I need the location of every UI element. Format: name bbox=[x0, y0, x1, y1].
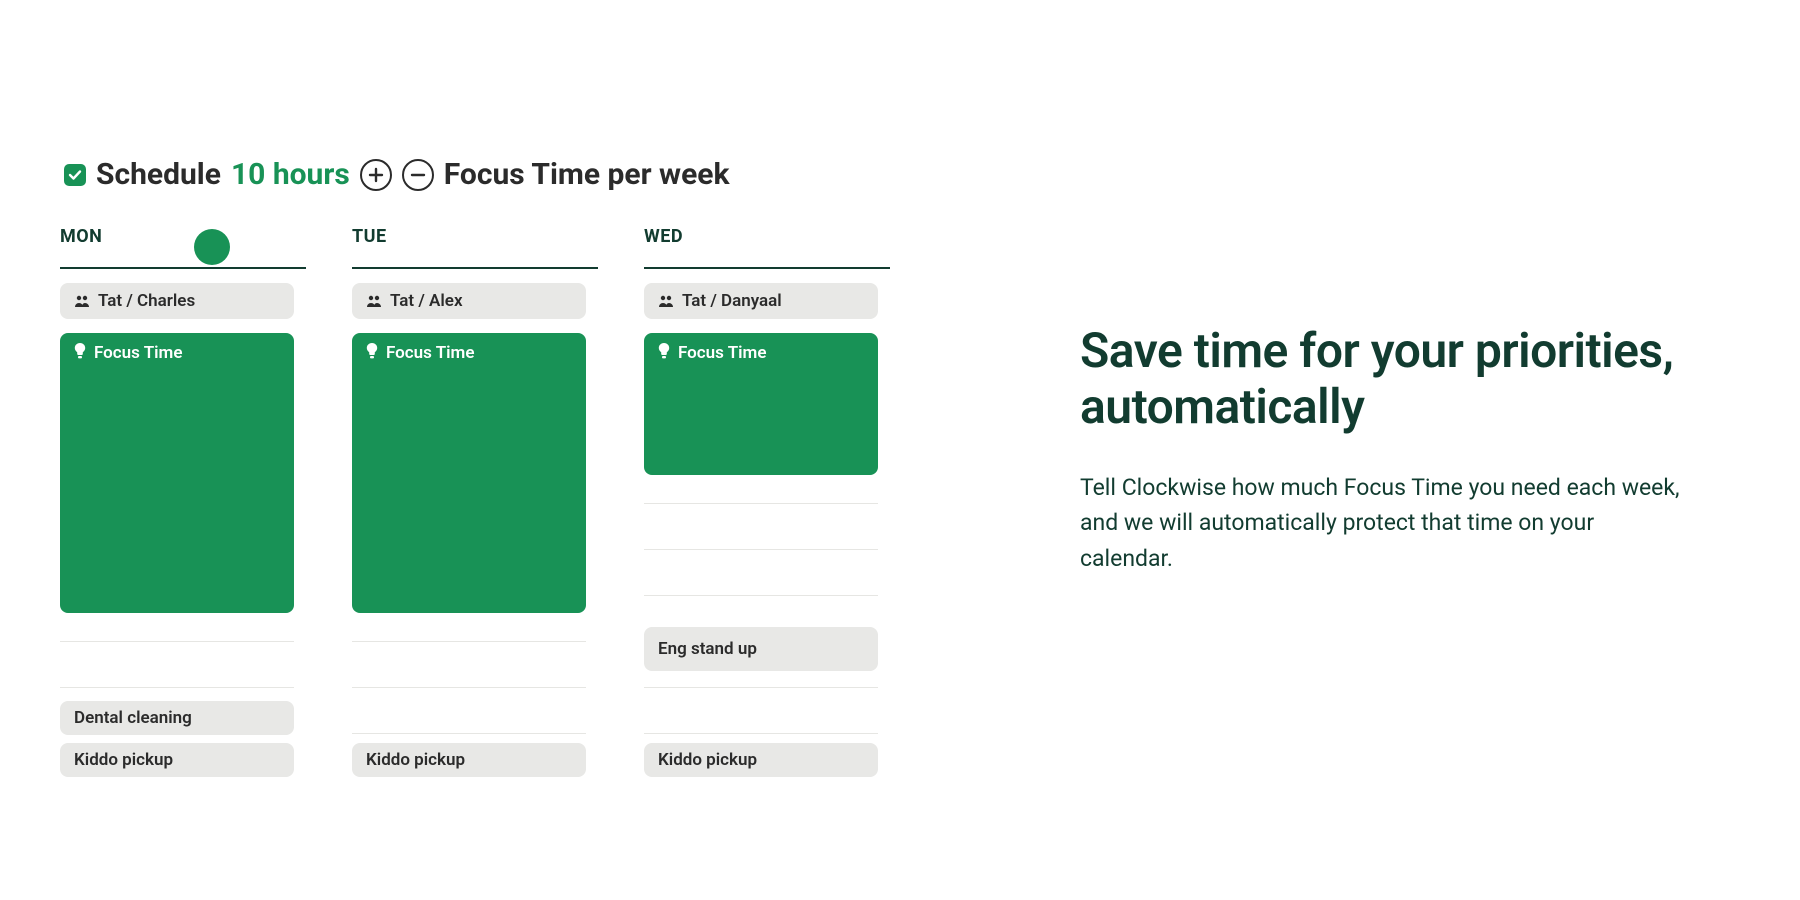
event-label: Focus Time bbox=[678, 343, 766, 363]
calendar-event-focus[interactable]: Focus Time bbox=[644, 333, 878, 475]
calendar: MON Tat / Charles Focus Time bbox=[60, 226, 960, 863]
plus-icon[interactable] bbox=[360, 159, 392, 191]
people-icon bbox=[74, 294, 90, 308]
event-label: Kiddo pickup bbox=[74, 750, 173, 770]
focus-time-control: Schedule 10 hours Focus Time per week bbox=[60, 157, 960, 192]
schedule-label: Schedule bbox=[96, 157, 221, 192]
calendar-event-focus[interactable]: Focus Time bbox=[60, 333, 294, 613]
focus-icon bbox=[658, 343, 670, 359]
section-body: Tell Clockwise how much Focus Time you n… bbox=[1080, 470, 1680, 577]
day-column-mon: MON Tat / Charles Focus Time bbox=[60, 226, 306, 863]
calendar-event[interactable]: Dental cleaning bbox=[60, 701, 294, 735]
people-icon bbox=[658, 294, 674, 308]
hours-value: 10 hours bbox=[231, 157, 350, 192]
calendar-event[interactable]: Kiddo pickup bbox=[352, 743, 586, 777]
event-label: Dental cleaning bbox=[74, 708, 192, 728]
focus-icon bbox=[74, 343, 86, 359]
event-label: Tat / Charles bbox=[98, 291, 195, 311]
event-label: Eng stand up bbox=[658, 639, 757, 659]
event-label: Focus Time bbox=[94, 343, 182, 363]
calendar-event-focus[interactable]: Focus Time bbox=[352, 333, 586, 613]
day-header: MON bbox=[60, 226, 306, 269]
event-label: Tat / Danyaal bbox=[682, 291, 782, 311]
calendar-event-meeting[interactable]: Tat / Alex bbox=[352, 283, 586, 319]
calendar-event[interactable]: Kiddo pickup bbox=[60, 743, 294, 777]
section-heading: Save time for your priorities, automatic… bbox=[1080, 323, 1680, 433]
event-label: Kiddo pickup bbox=[366, 750, 465, 770]
day-header: WED bbox=[644, 226, 890, 269]
day-header: TUE bbox=[352, 226, 598, 269]
checkbox-enabled[interactable] bbox=[64, 164, 86, 186]
event-label: Focus Time bbox=[386, 343, 474, 363]
focus-icon bbox=[366, 343, 378, 359]
day-column-wed: WED Tat / Danyaal Focus Time bbox=[644, 226, 890, 863]
calendar-event-meeting[interactable]: Tat / Charles bbox=[60, 283, 294, 319]
people-icon bbox=[366, 294, 382, 308]
event-label: Tat / Alex bbox=[390, 291, 463, 311]
calendar-event[interactable]: Kiddo pickup bbox=[644, 743, 878, 777]
calendar-event-meeting[interactable]: Tat / Danyaal bbox=[644, 283, 878, 319]
focus-per-week-label: Focus Time per week bbox=[444, 157, 730, 192]
day-column-tue: TUE Tat / Alex Focus Time bbox=[352, 226, 598, 863]
minus-icon[interactable] bbox=[402, 159, 434, 191]
event-label: Kiddo pickup bbox=[658, 750, 757, 770]
calendar-event[interactable]: Eng stand up bbox=[644, 627, 878, 671]
